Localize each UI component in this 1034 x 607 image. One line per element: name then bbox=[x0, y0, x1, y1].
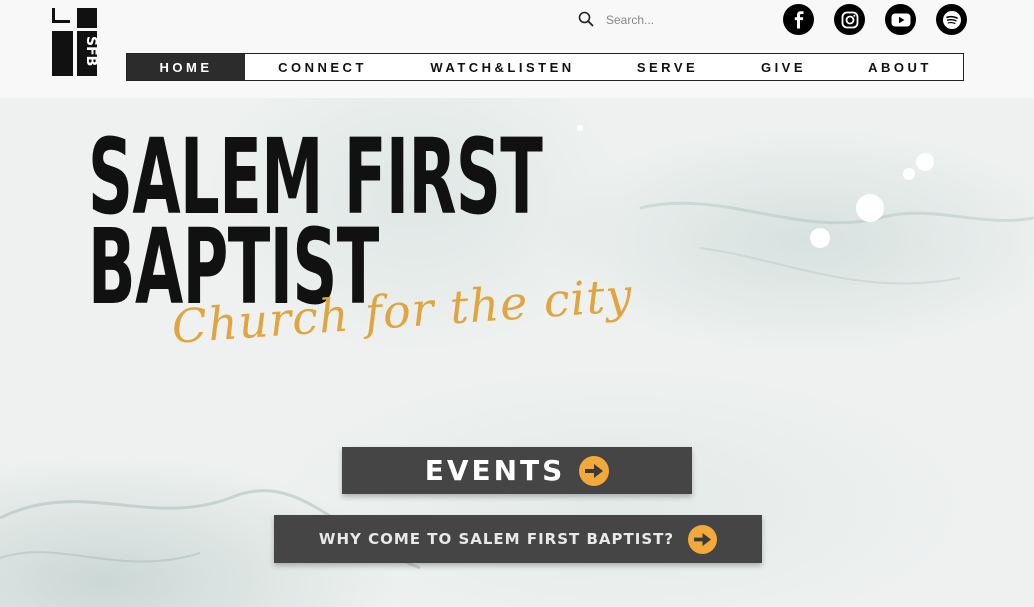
youtube-icon[interactable] bbox=[885, 4, 916, 35]
facebook-icon[interactable] bbox=[783, 4, 814, 35]
events-button[interactable]: EVENTS bbox=[342, 447, 692, 494]
nav-item-serve[interactable]: SERVE bbox=[605, 54, 730, 80]
arrow-right-icon bbox=[688, 524, 718, 554]
site-header: SFB Search... HOME CONNECT WATCH&LISTEN … bbox=[0, 0, 1034, 98]
why-come-button[interactable]: WHY COME TO SALEM FIRST BAPTIST? bbox=[274, 515, 762, 563]
nav-item-home[interactable]: HOME bbox=[127, 54, 245, 80]
events-button-label: EVENTS bbox=[424, 454, 566, 487]
main-nav: HOME CONNECT WATCH&LISTEN SERVE GIVE ABO… bbox=[126, 53, 964, 81]
spotify-icon[interactable] bbox=[936, 4, 967, 35]
why-come-button-label: WHY COME TO SALEM FIRST BAPTIST? bbox=[318, 530, 675, 548]
sfb-logo-icon[interactable]: SFB bbox=[52, 8, 99, 76]
instagram-icon[interactable] bbox=[834, 4, 865, 35]
nav-item-give[interactable]: GIVE bbox=[730, 54, 837, 80]
nav-item-about[interactable]: ABOUT bbox=[837, 54, 963, 80]
search-input[interactable] bbox=[604, 8, 758, 32]
search-bar[interactable] bbox=[578, 8, 758, 32]
nav-item-watch-listen[interactable]: WATCH&LISTEN bbox=[400, 54, 605, 80]
nav-item-connect[interactable]: CONNECT bbox=[245, 54, 400, 80]
svg-text:SFB: SFB bbox=[83, 36, 98, 66]
arrow-right-icon bbox=[579, 455, 610, 486]
